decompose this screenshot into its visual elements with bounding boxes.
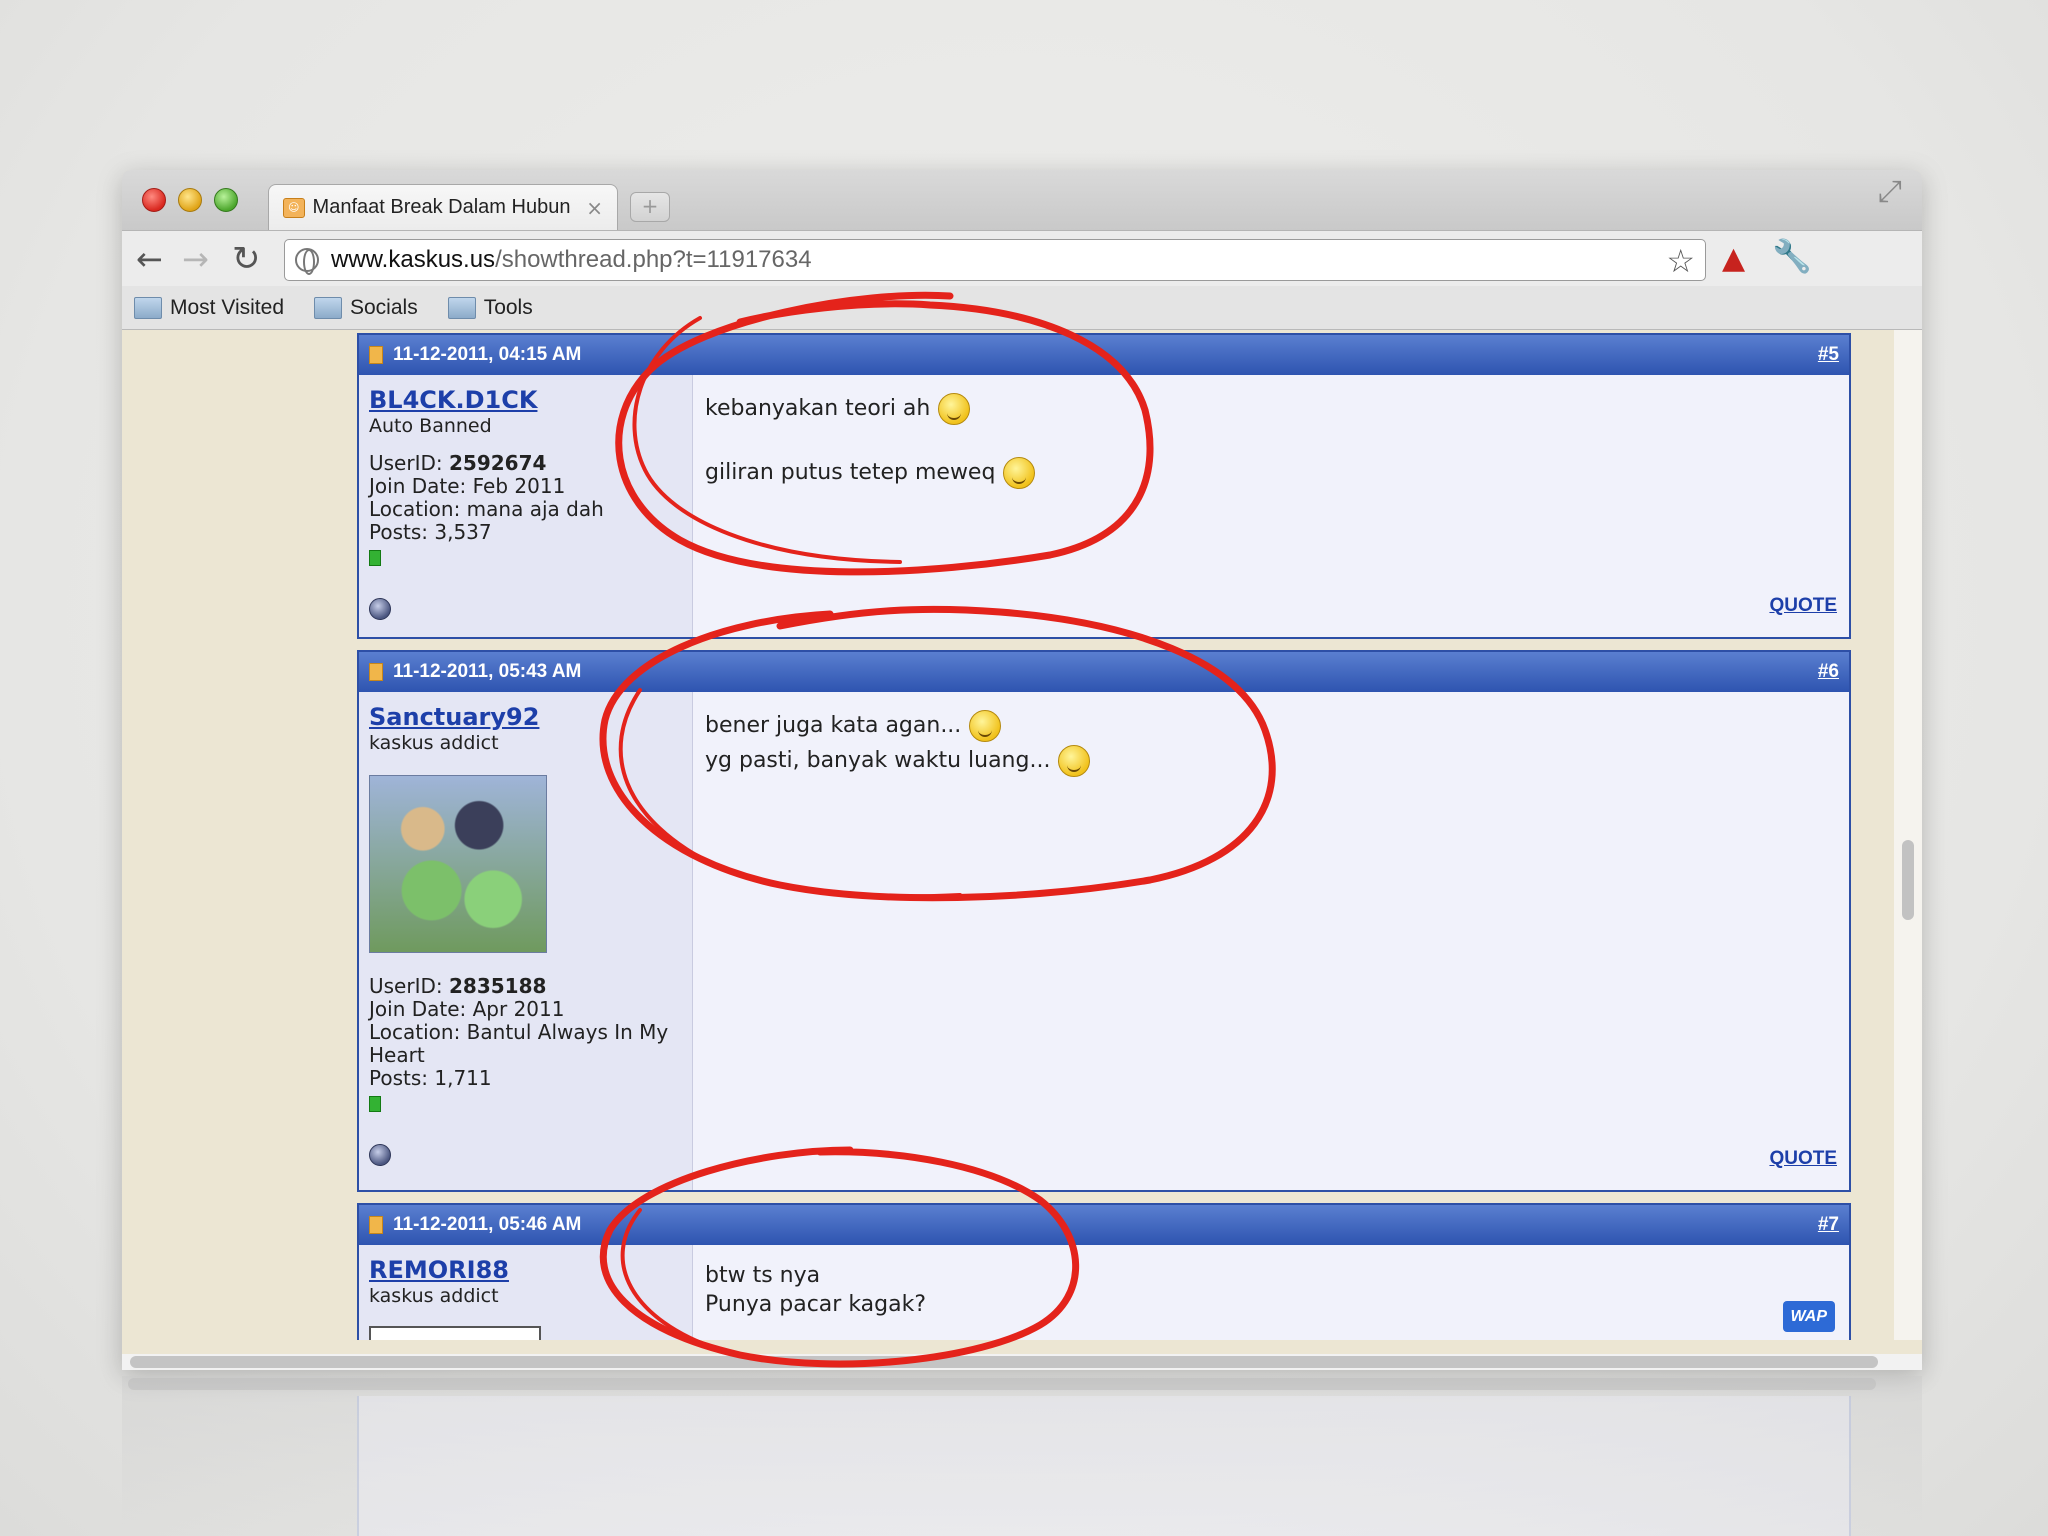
- post-date: 11-12-2011, 05:43 AM: [393, 661, 582, 682]
- post-icon: [369, 346, 383, 364]
- post-icon: [369, 663, 383, 681]
- reload-icon[interactable]: ↻: [232, 239, 261, 279]
- back-arrow-icon[interactable]: ←: [136, 239, 163, 279]
- smiley-icon: [938, 393, 971, 425]
- url-host: www.kaskus.us: [331, 246, 496, 273]
- bookmark-label: Tools: [483, 295, 533, 319]
- forward-arrow-icon[interactable]: →: [182, 239, 209, 279]
- reflection-bar: [128, 1378, 1876, 1390]
- quote-button[interactable]: QUOTE: [1769, 588, 1837, 623]
- vertical-scrollbar-track[interactable]: [1894, 330, 1922, 1340]
- globe-icon: [295, 248, 319, 275]
- bookmark-most-visited[interactable]: Most Visited: [134, 296, 284, 320]
- new-tab-button[interactable]: +: [630, 192, 670, 222]
- post-count: Posts: 3,537: [369, 520, 492, 544]
- post-count: Posts: 1,711: [369, 1066, 492, 1090]
- join-date: Join Date: Feb 2011: [369, 474, 566, 498]
- zoom-window-button[interactable]: [214, 188, 238, 212]
- toolbar: ← → ↻ www.kaskus.us/showthread.php?t=119…: [122, 230, 1922, 286]
- bookmark-socials[interactable]: Socials: [314, 296, 418, 320]
- vertical-scrollbar-thumb[interactable]: [1902, 840, 1914, 920]
- user-id: UserID: 2592674: [369, 451, 547, 475]
- user-title: Auto Banned: [369, 415, 492, 437]
- extension-icon[interactable]: ▲: [1722, 241, 1745, 276]
- close-window-button[interactable]: [142, 188, 166, 212]
- location: Location: Bantul Always In My Heart: [369, 1020, 669, 1067]
- grin-smiley-icon: [969, 710, 1002, 742]
- post-date: 11-12-2011, 05:46 AM: [393, 1214, 582, 1235]
- online-status-icon: [369, 1144, 391, 1166]
- post-number-link[interactable]: #7: [1818, 1214, 1839, 1236]
- tab-strip: ☺ Manfaat Break Dalam Hubun × + ⤢: [122, 170, 1922, 230]
- wap-icon: WAP: [1782, 1301, 1835, 1332]
- bookmarks-bar: Most Visited Socials Tools: [122, 286, 1922, 330]
- online-status-icon: [369, 598, 391, 620]
- reflection-post: [357, 1396, 1851, 1536]
- wrench-icon[interactable]: 🔧: [1772, 237, 1812, 275]
- user-title: kaskus addict: [369, 732, 499, 754]
- browser-window: ☺ Manfaat Break Dalam Hubun × + ⤢ ← → ↻ …: [122, 170, 1922, 1370]
- tab-active[interactable]: ☺ Manfaat Break Dalam Hubun ×: [268, 184, 618, 230]
- username-link[interactable]: REMORI88: [369, 1255, 682, 1285]
- post-number-link[interactable]: #5: [1818, 344, 1839, 366]
- post-header: 11-12-2011, 05:46 AM #7: [359, 1205, 1849, 1245]
- post-body: REMORI88 kaskus addict btw ts nya Punya …: [359, 1245, 1849, 1340]
- message-line: yg pasti, banyak waktu luang...: [705, 748, 1051, 773]
- folder-icon: [134, 296, 162, 319]
- message-line: giliran putus tetep meweq: [705, 460, 996, 485]
- message-line: bener juga kata agan...: [705, 713, 962, 738]
- url-path: /showthread.php?t=11917634: [495, 246, 812, 273]
- message-line: Punya pacar kagak?: [705, 1292, 927, 1317]
- close-icon[interactable]: ×: [586, 196, 603, 220]
- reputation-icon: [369, 1096, 381, 1112]
- bookmark-label: Socials: [350, 295, 418, 319]
- smiley-icon: [1003, 457, 1036, 489]
- bookmark-star-icon[interactable]: ☆: [1666, 242, 1695, 280]
- join-date: Join Date: Apr 2011: [369, 997, 565, 1021]
- reputation-icon: [369, 550, 381, 566]
- fullscreen-icon[interactable]: ⤢: [1878, 174, 1902, 209]
- grin-smiley-icon: [1058, 745, 1091, 777]
- tab-title: Manfaat Break Dalam Hubun: [312, 196, 571, 218]
- folder-icon: [447, 296, 476, 319]
- bookmark-tools[interactable]: Tools: [447, 295, 533, 320]
- post-5: 11-12-2011, 04:15 AM #5 BL4CK.D1CK Auto …: [357, 333, 1851, 639]
- post-header: 11-12-2011, 05:43 AM #6: [359, 652, 1849, 692]
- message-line: kebanyakan teori ah: [705, 396, 931, 421]
- horizontal-scrollbar-thumb[interactable]: [130, 1356, 1878, 1368]
- post-message: btw ts nya Punya pacar kagak? WAP: [693, 1245, 1849, 1340]
- kaskus-favicon-icon: ☺: [283, 197, 305, 218]
- page-content: 11-12-2011, 04:15 AM #5 BL4CK.D1CK Auto …: [122, 330, 1922, 1340]
- post-6: 11-12-2011, 05:43 AM #6 Sanctuary92 kask…: [357, 650, 1851, 1192]
- address-bar[interactable]: www.kaskus.us/showthread.php?t=11917634 …: [284, 239, 1706, 281]
- message-line: btw ts nya: [705, 1263, 821, 1288]
- post-7: 11-12-2011, 05:46 AM #7 REMORI88 kaskus …: [357, 1203, 1851, 1340]
- window-reflection: [122, 1376, 1922, 1536]
- post-message: bener juga kata agan... yg pasti, banyak…: [693, 692, 1849, 1190]
- post-date: 11-12-2011, 04:15 AM: [393, 344, 582, 365]
- user-id: UserID: 2835188: [369, 974, 547, 998]
- minimize-window-button[interactable]: [178, 188, 202, 212]
- bookmark-label: Most Visited: [170, 295, 284, 319]
- location: Location: mana aja dah: [369, 497, 604, 521]
- post-body: Sanctuary92 kaskus addict UserID: 283518…: [359, 692, 1849, 1190]
- user-title: kaskus addict: [369, 1285, 499, 1307]
- user-info: Sanctuary92 kaskus addict UserID: 283518…: [359, 692, 693, 1190]
- user-info: BL4CK.D1CK Auto Banned UserID: 2592674 J…: [359, 375, 693, 637]
- user-avatar: [369, 1326, 541, 1340]
- post-message: kebanyakan teori ah giliran putus tetep …: [693, 375, 1849, 637]
- quote-button[interactable]: QUOTE: [1769, 1141, 1837, 1176]
- horizontal-scrollbar[interactable]: [122, 1354, 1922, 1370]
- post-header: 11-12-2011, 04:15 AM #5: [359, 335, 1849, 375]
- user-avatar: [369, 775, 547, 953]
- post-body: BL4CK.D1CK Auto Banned UserID: 2592674 J…: [359, 375, 1849, 637]
- folder-icon: [314, 296, 342, 319]
- username-link[interactable]: Sanctuary92: [369, 702, 682, 732]
- user-info: REMORI88 kaskus addict: [359, 1245, 693, 1340]
- username-link[interactable]: BL4CK.D1CK: [369, 385, 682, 415]
- post-icon: [369, 1216, 383, 1234]
- post-number-link[interactable]: #6: [1818, 661, 1839, 683]
